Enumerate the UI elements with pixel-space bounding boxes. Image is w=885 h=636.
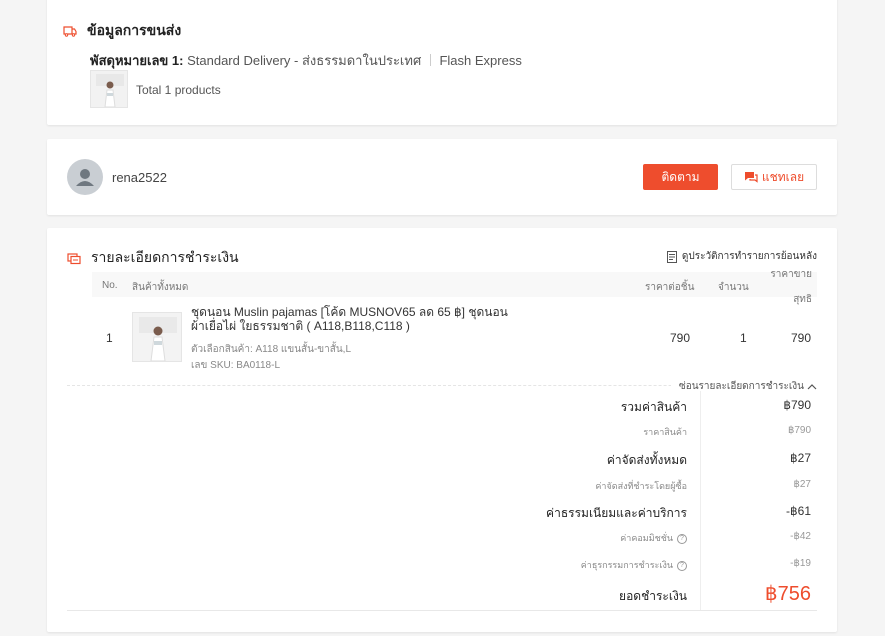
col-net-price-line1: ราคาขาย (770, 269, 812, 280)
transaction-fee-value: -฿19 (790, 558, 811, 569)
hide-payment-details-link[interactable]: ซ่อนรายละเอียดการชำระเงิน (670, 379, 817, 394)
carrier-name: Flash Express (439, 53, 522, 68)
col-unit-price: ราคาต่อชิ้น (645, 282, 695, 293)
chat-label: แชทเลย (761, 169, 805, 184)
parcel-line: พัสดุหมายเลข 1: Standard Delivery - ส่งธ… (90, 50, 522, 71)
question-icon[interactable]: ? (677, 561, 687, 571)
parcel-label: พัสดุหมายเลข 1: (90, 53, 184, 68)
avatar[interactable] (67, 159, 103, 195)
col-quantity: จำนวน (718, 282, 749, 293)
product-price-label: ราคาสินค้า (643, 427, 687, 437)
payment-details-card: รายละเอียดการชำระเงิน ดูประวัติการทำรายก… (47, 228, 837, 632)
divider (429, 54, 431, 66)
divider (67, 610, 817, 611)
shipping-paid-value: ฿27 (793, 479, 812, 490)
product-total-value: ฿790 (783, 398, 811, 412)
col-no: No. (102, 280, 118, 291)
user-icon (76, 169, 94, 186)
col-all-products: สินค้าทั้งหมด (132, 282, 189, 293)
fees-label: ค่าธรรมเนียมและค่าบริการ (546, 506, 687, 520)
product-name[interactable]: ชุดนอน Muslin pajamas [โค้ด MUSNOV65 ลด … (191, 305, 516, 333)
table-header: No. สินค้าทั้งหมด ราคาต่อชิ้น จำนวน ราคา… (92, 269, 817, 305)
payment-title-text: รายละเอียดการชำระเงิน (91, 249, 239, 265)
commission-label-row: ค่าคอมมิชชั่น? (620, 531, 687, 545)
product-total-label: รวมค่าสินค้า (620, 400, 687, 414)
shipping-title-text: ข้อมูลการขนส่ง (87, 22, 182, 38)
shipping-total-label: ค่าจัดส่งทั้งหมด (606, 453, 687, 467)
document-icon (666, 250, 677, 263)
divider (700, 391, 701, 610)
net-price: 790 (790, 331, 811, 345)
fees-value: -฿61 (786, 504, 811, 518)
table-row: 1 ชุดนอน Muslin pajamas [โค้ด MUSNOV65 ล… (92, 300, 817, 371)
hide-details-text: ซ่อนรายละเอียดการชำระเงิน (678, 381, 804, 392)
commission-label: ค่าคอมมิชชั่น (620, 533, 673, 543)
product-variant: ตัวเลือกสินค้า: A118 แขนสั้น-ขาสั้น,L (191, 344, 352, 355)
chat-icon (744, 172, 758, 183)
question-icon[interactable]: ? (677, 534, 687, 544)
product-price-value: ฿790 (787, 425, 811, 436)
transaction-fee-label-row: ค่าธุรกรรมการชำระเงิน? (581, 558, 687, 572)
product-sku: เลข SKU: BA0118-L (191, 360, 281, 371)
delivery-service: Standard Delivery - ส่งธรรมดาในประเทศ (187, 53, 422, 68)
follow-button[interactable]: ติดตาม (643, 164, 718, 190)
unit-price: 790 (670, 331, 691, 345)
total-products-text: Total 1 products (136, 83, 221, 97)
history-link-text: ดูประวัติการทำรายการย้อนหลัง (681, 251, 817, 262)
product-thumbnail[interactable] (90, 70, 128, 108)
chat-button[interactable]: แชทเลย (731, 164, 817, 190)
payment-icon (67, 251, 81, 265)
shipping-section-title: ข้อมูลการขนส่ง (63, 20, 181, 42)
chevron-up-icon (807, 384, 817, 390)
row-no: 1 (106, 331, 113, 345)
product-thumbnail[interactable] (132, 312, 182, 362)
quantity: 1 (740, 331, 747, 345)
shipping-info-card: ข้อมูลการขนส่ง พัสดุหมายเลข 1: Standard … (47, 0, 837, 125)
payment-section-title: รายละเอียดการชำระเงิน (67, 247, 239, 269)
truck-icon (63, 24, 77, 38)
transaction-history-link[interactable]: ดูประวัติการทำรายการย้อนหลัง (666, 249, 817, 264)
commission-value: -฿42 (790, 531, 811, 542)
shipping-paid-label: ค่าจัดส่งที่ชำระโดยผู้ซื้อ (595, 481, 687, 491)
shipping-total-value: ฿27 (790, 451, 811, 465)
grand-total-value: ฿756 (764, 583, 811, 605)
grand-total-label: ยอดชำระเงิน (619, 589, 687, 603)
seller-card: rena2522 ติดตาม แชทเลย (47, 139, 837, 215)
seller-name[interactable]: rena2522 (112, 170, 167, 185)
transaction-fee-label: ค่าธุรกรรมการชำระเงิน (580, 560, 673, 570)
